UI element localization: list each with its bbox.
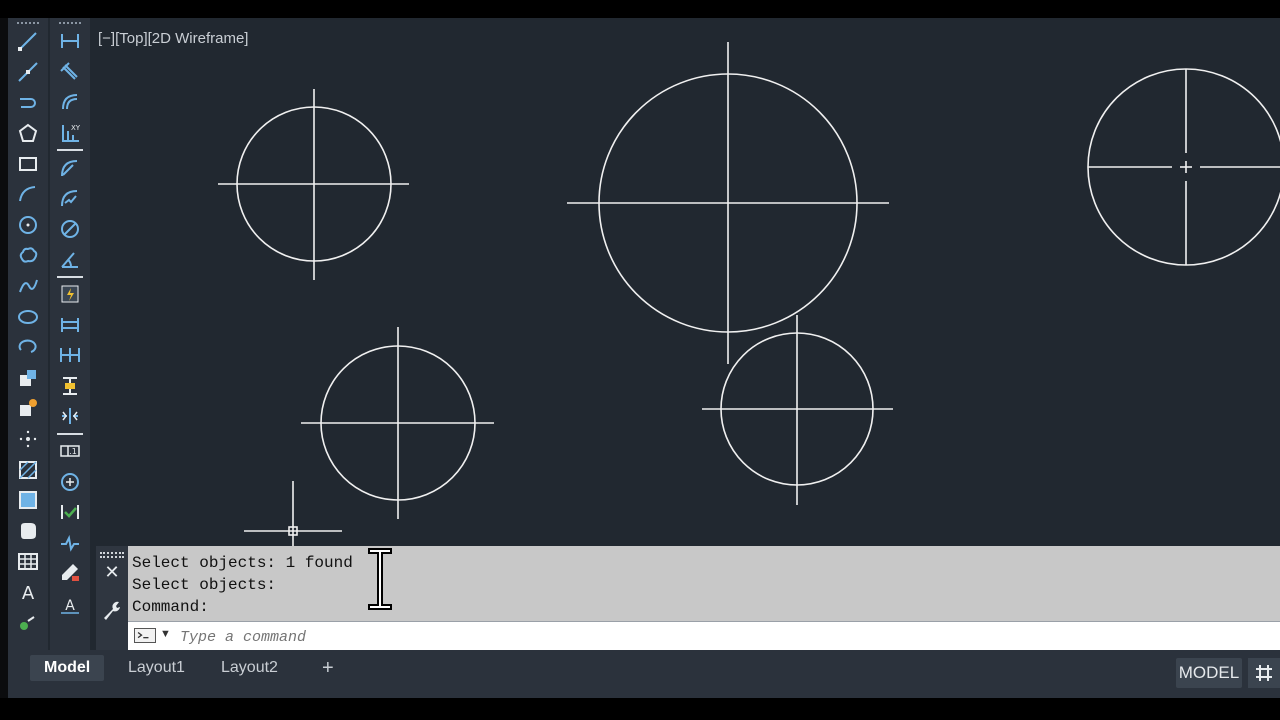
toolbar-separator bbox=[57, 432, 83, 435]
left-edge bbox=[0, 18, 8, 698]
jogged-dimension-icon[interactable] bbox=[50, 183, 90, 214]
point-icon[interactable] bbox=[8, 424, 48, 455]
tab-layout2[interactable]: Layout2 bbox=[207, 655, 292, 681]
baseline-dimension-icon[interactable] bbox=[50, 309, 90, 340]
tab-layout1[interactable]: Layout1 bbox=[114, 655, 199, 681]
jogged-linear-icon[interactable] bbox=[50, 528, 90, 559]
grid-icon[interactable] bbox=[1248, 658, 1280, 688]
command-line-controls: ✕ bbox=[96, 546, 128, 650]
dimension-break-icon[interactable] bbox=[50, 401, 90, 432]
command-history-line: Select objects: bbox=[132, 576, 277, 594]
svg-text:A: A bbox=[65, 598, 75, 614]
ordinate-dimension-icon[interactable]: XY bbox=[50, 118, 90, 149]
command-history-line: Select objects: 1 found bbox=[132, 554, 353, 572]
region-icon[interactable] bbox=[8, 516, 48, 547]
ellipse-arc-icon[interactable] bbox=[8, 332, 48, 363]
ellipse-icon[interactable] bbox=[8, 301, 48, 332]
chevron-down-icon[interactable]: ▼ bbox=[160, 628, 171, 640]
dimension-space-icon[interactable] bbox=[50, 371, 90, 402]
dimension-edit-icon[interactable] bbox=[50, 558, 90, 589]
toolbar-separator bbox=[57, 149, 83, 152]
draw-toolbar: A bbox=[8, 18, 48, 650]
viewport-controls-label[interactable]: [−][Top][2D Wireframe] bbox=[98, 30, 248, 47]
svg-text:XY: XY bbox=[71, 124, 81, 132]
diameter-dimension-icon[interactable] bbox=[50, 214, 90, 245]
model-space-button[interactable]: MODEL bbox=[1176, 658, 1242, 688]
command-history: Select objects: 1 found Select objects: … bbox=[128, 546, 1280, 621]
construction-line-icon[interactable] bbox=[8, 57, 48, 88]
center-mark-icon[interactable] bbox=[50, 466, 90, 497]
dimension-toolbar: XY .1 A bbox=[50, 18, 90, 650]
rectangle-icon[interactable] bbox=[8, 148, 48, 179]
arc-length-icon[interactable] bbox=[50, 87, 90, 118]
insert-block-icon[interactable] bbox=[8, 363, 48, 394]
circle-icon[interactable] bbox=[8, 210, 48, 241]
layout-tabs-bar: Model Layout1 Layout2 + MODEL bbox=[8, 650, 1280, 698]
continue-dimension-icon[interactable] bbox=[50, 340, 90, 371]
spline-icon[interactable] bbox=[8, 271, 48, 302]
add-selected-icon[interactable] bbox=[8, 607, 48, 638]
make-block-icon[interactable] bbox=[8, 393, 48, 424]
table-icon[interactable] bbox=[8, 546, 48, 577]
command-input-bar: ▼ bbox=[128, 621, 1280, 650]
line-icon[interactable] bbox=[8, 26, 48, 57]
command-line-grip[interactable] bbox=[100, 552, 124, 558]
quick-dimension-icon[interactable] bbox=[50, 279, 90, 310]
text-cursor-icon bbox=[368, 548, 392, 610]
inspection-icon[interactable] bbox=[50, 497, 90, 528]
command-history-line: Command: bbox=[132, 598, 209, 616]
tab-model[interactable]: Model bbox=[30, 655, 105, 681]
hatch-icon[interactable] bbox=[8, 454, 48, 485]
top-black-bar bbox=[0, 0, 1280, 18]
bottom-black-bar bbox=[0, 698, 1280, 720]
command-prompt-icon[interactable] bbox=[134, 628, 156, 643]
wrench-icon[interactable] bbox=[100, 598, 124, 622]
close-icon[interactable]: ✕ bbox=[102, 562, 122, 582]
gradient-icon[interactable] bbox=[8, 485, 48, 516]
polygon-icon[interactable] bbox=[8, 118, 48, 149]
revision-cloud-icon[interactable] bbox=[8, 240, 48, 271]
multiline-text-icon[interactable]: A bbox=[8, 577, 48, 608]
linear-dimension-icon[interactable] bbox=[50, 26, 90, 57]
tolerance-icon[interactable]: .1 bbox=[50, 436, 90, 467]
polyline-icon[interactable] bbox=[8, 87, 48, 118]
command-input[interactable] bbox=[180, 628, 580, 646]
angular-dimension-icon[interactable] bbox=[50, 244, 90, 275]
aligned-dimension-icon[interactable] bbox=[50, 57, 90, 88]
radius-dimension-icon[interactable] bbox=[50, 152, 90, 183]
toolbar-separator bbox=[57, 275, 83, 278]
svg-text:A: A bbox=[22, 583, 35, 603]
dimension-text-edit-icon[interactable]: A bbox=[50, 589, 90, 620]
add-layout-button[interactable]: + bbox=[308, 655, 348, 681]
svg-text:.1: .1 bbox=[69, 447, 77, 456]
arc-icon[interactable] bbox=[8, 179, 48, 210]
